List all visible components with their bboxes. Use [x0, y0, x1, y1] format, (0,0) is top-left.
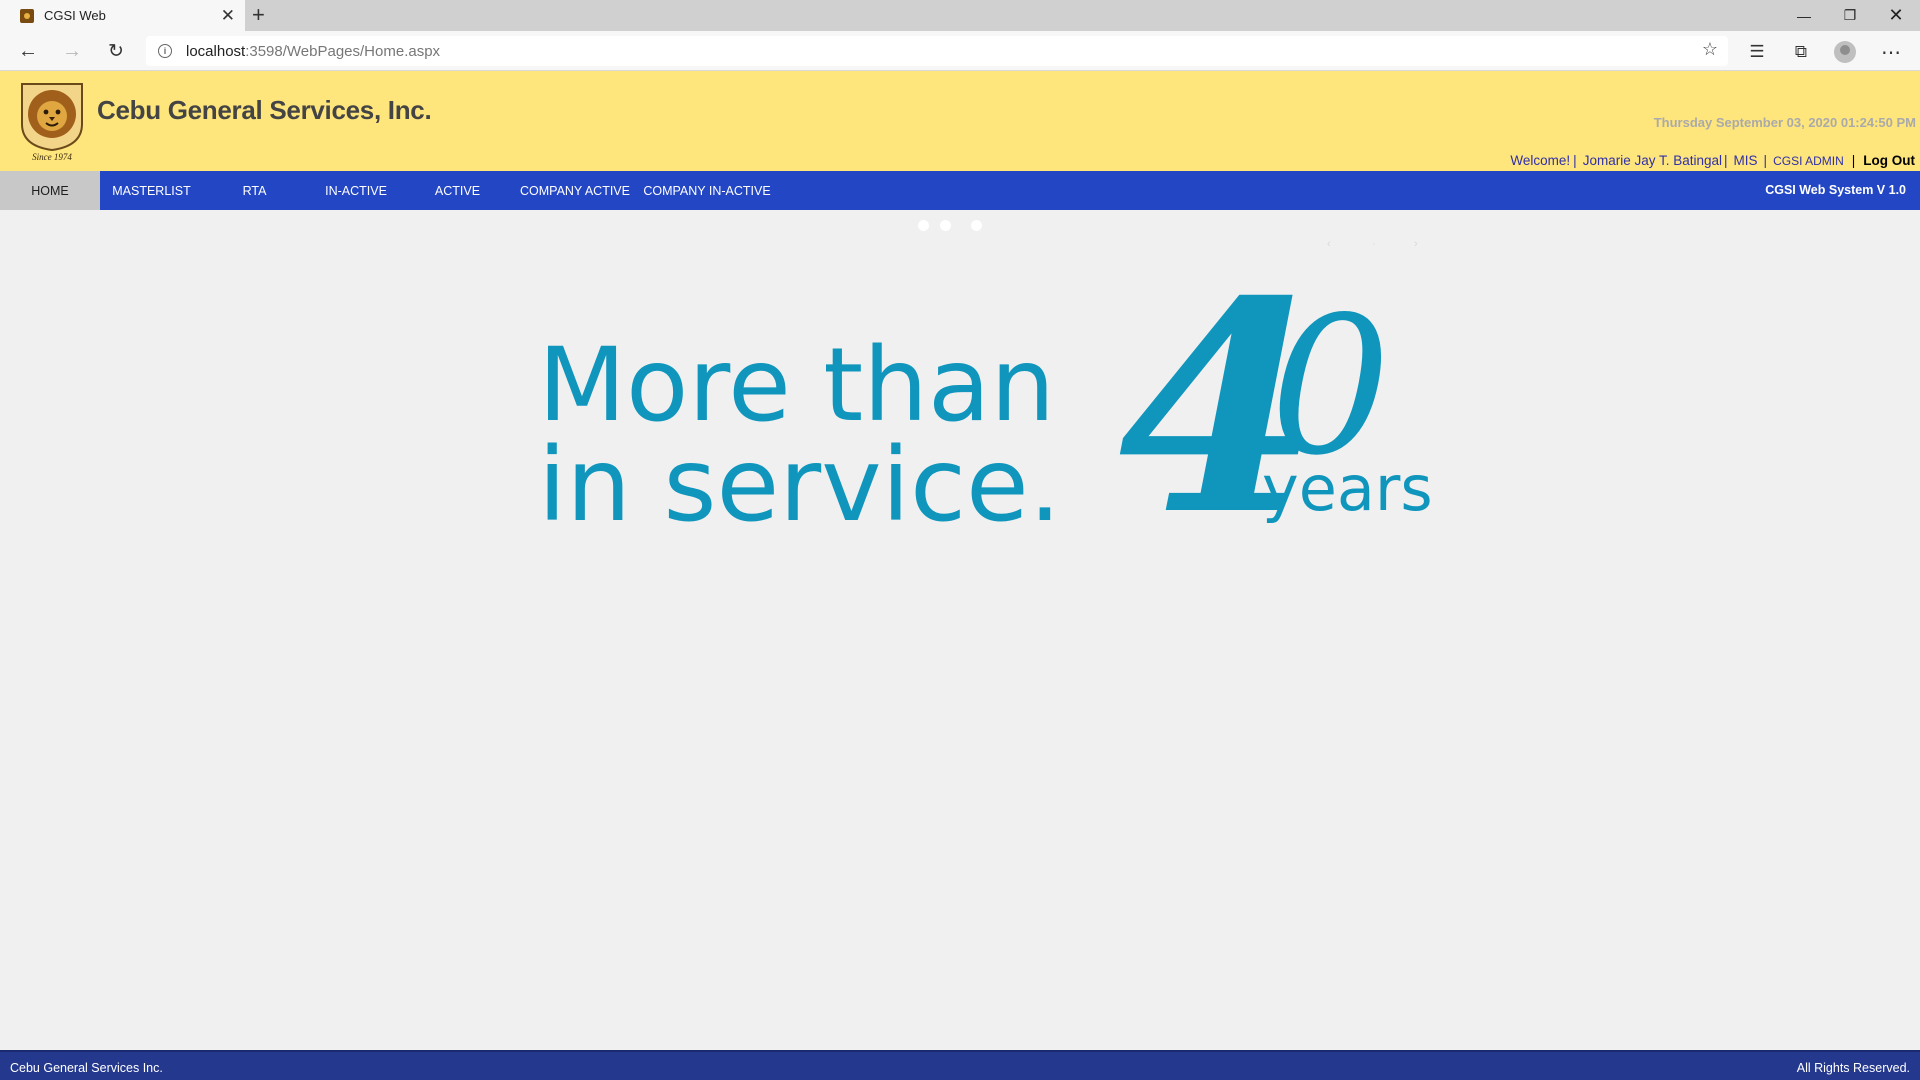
carousel-dot[interactable] [918, 220, 929, 231]
user-name-link[interactable]: Jomarie Jay T. Batingal [1583, 153, 1722, 168]
lion-logo-icon: Since 1974 [21, 83, 83, 162]
close-tab-icon[interactable]: ✕ [221, 6, 235, 26]
tab-title: CGSI Web [44, 8, 106, 23]
url-text: localhost:3598/WebPages/Home.aspx [186, 43, 440, 60]
carousel-marker-icon: · [1372, 238, 1376, 250]
url-host: localhost [186, 42, 246, 60]
carousel-dot[interactable] [971, 220, 982, 231]
url-field[interactable]: i localhost:3598/WebPages/Home.aspx ☆ [146, 36, 1728, 66]
nav-company-active[interactable]: COMPANY ACTIVE [509, 171, 641, 210]
favorite-star-icon[interactable]: ☆ [1702, 39, 1718, 60]
restore-icon[interactable]: ❐ [1827, 0, 1873, 31]
url-path: :3598/WebPages/Home.aspx [245, 42, 441, 60]
carousel-dot[interactable] [940, 220, 951, 231]
nav-active[interactable]: ACTIVE [406, 171, 509, 210]
user-info-bar: Welcome! | Jomarie Jay T. Batingal | MIS | … [1510, 153, 1915, 168]
site-favicon-icon [20, 8, 34, 23]
address-bar: ← → ↻ i localhost:3598/WebPages/Home.asp… [0, 31, 1920, 71]
anniversary-banner: More than in service. 4 0 years [538, 262, 1433, 532]
favorites-list-icon[interactable]: ☰ [1744, 39, 1770, 65]
department-link[interactable]: MIS [1734, 153, 1758, 168]
main-navigation: HOME MASTERLIST RTA IN-ACTIVE ACTIVE COM… [0, 171, 1920, 210]
nav-masterlist[interactable]: MASTERLIST [100, 171, 203, 210]
carousel-prev-icon[interactable]: ‹ [1327, 238, 1331, 250]
profile-avatar-icon[interactable] [1834, 41, 1856, 63]
system-version: CGSI Web System V 1.0 [1765, 183, 1906, 197]
forward-icon[interactable]: → [58, 37, 86, 65]
close-window-icon[interactable]: ✕ [1873, 0, 1919, 31]
nav-company-in-active[interactable]: COMPANY IN-ACTIVE [641, 171, 773, 210]
company-name: Cebu General Services, Inc. [97, 95, 432, 125]
new-tab-icon[interactable]: + [252, 2, 265, 28]
browser-tab[interactable]: CGSI Web ✕ [0, 0, 245, 31]
refresh-icon[interactable]: ↻ [102, 37, 130, 65]
banner-line-2: in service. [538, 426, 1061, 532]
carousel-next-icon[interactable]: › [1414, 238, 1418, 250]
nav-in-active[interactable]: IN-ACTIVE [306, 171, 406, 210]
more-menu-icon[interactable]: ⋯ [1878, 39, 1904, 65]
collections-icon[interactable]: ⧉ [1788, 39, 1814, 65]
browser-tab-strip: CGSI Web ✕ + — ❐ ✕ [0, 0, 1920, 31]
site-footer: Cebu General Services Inc. All Rights Re… [0, 1050, 1920, 1080]
nav-home[interactable]: HOME [0, 171, 100, 210]
current-datetime: Thursday September 03, 2020 01:24:50 PM [1653, 115, 1916, 130]
logo-caption: Since 1974 [32, 152, 72, 162]
footer-company: Cebu General Services Inc. [10, 1061, 163, 1075]
banner-unit: years [1262, 452, 1433, 525]
logout-link[interactable]: Log Out [1863, 153, 1915, 168]
site-header: Since 1974 Cebu General Services, Inc. T… [0, 71, 1920, 171]
footer-rights: All Rights Reserved. [1796, 1061, 1910, 1075]
site-info-icon[interactable]: i [158, 44, 172, 58]
welcome-text: Welcome! [1510, 153, 1571, 168]
minimize-icon[interactable]: — [1781, 0, 1827, 31]
back-icon[interactable]: ← [14, 37, 42, 65]
role-link[interactable]: CGSI ADMIN [1773, 154, 1844, 168]
carousel-indicators [918, 220, 982, 231]
nav-rta[interactable]: RTA [203, 171, 306, 210]
